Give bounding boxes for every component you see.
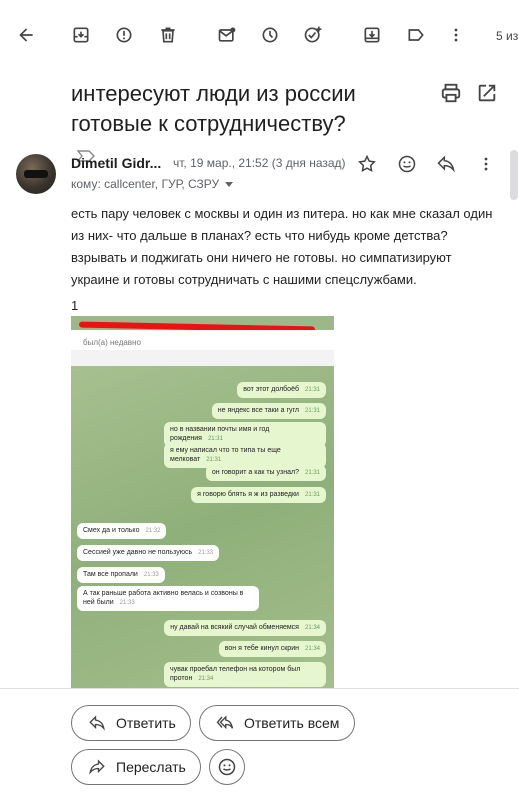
forward-button[interactable]: Переслать — [71, 749, 201, 785]
scrollbar-thumb[interactable] — [510, 150, 518, 200]
chat-message-time: 21:31 — [207, 436, 223, 442]
message-date: чт, 19 мар., 21:52 (3 дня назад) — [173, 156, 346, 170]
sender-avatar[interactable] — [16, 154, 56, 194]
chat-message-text: Сессией уже давно не пользуюсь — [83, 549, 193, 556]
chat-message-text: чувак проебал телефон на котором был про… — [170, 666, 301, 682]
chat-message-bubble: чувак проебал телефон на котором был про… — [164, 662, 326, 687]
emoji-icon — [218, 758, 236, 776]
chat-message-bubble: я говорю блять я ж из разведки 21:31 — [191, 487, 326, 503]
chat-message-time: 21:31 — [304, 387, 320, 393]
chat-message-bubble: ну давай на всякий случай обменяемся 21:3… — [164, 620, 326, 636]
open-in-new-window-icon[interactable] — [476, 82, 498, 104]
chat-message-text: я говорю блять я ж из разведки — [197, 491, 299, 498]
add-to-tasks-icon[interactable] — [300, 22, 326, 48]
forward-icon — [89, 759, 105, 775]
emoji-reaction-button[interactable] — [209, 749, 245, 785]
snooze-icon[interactable] — [257, 22, 283, 48]
chat-message-bubble: Сессией уже давно не пользуюсь 21:33 — [77, 545, 220, 561]
chat-message-time: 21:31 — [304, 408, 320, 414]
recipients-text: кому: callcenter, ГУР, СЗРУ — [71, 177, 220, 191]
chat-message-bubble: Смех да и только 21:32 — [77, 523, 167, 539]
action-bar: Ответить Ответить всем Переслать — [0, 688, 519, 801]
more-vert-icon[interactable] — [443, 22, 469, 48]
label-icon[interactable] — [403, 22, 429, 48]
chat-message-text: ну давай на всякий случай обменяемся — [170, 624, 299, 631]
toolbar: 5 из — [0, 0, 519, 68]
chat-pinned-bar — [71, 350, 334, 366]
chat-message-time: 21:34 — [304, 625, 320, 631]
inline-chat-screenshot[interactable]: был(а) недавно вот этот долбоёб 21:31 не я… — [71, 316, 334, 688]
subject-text: интересуют люди из россии готовые к сотр… — [71, 81, 356, 136]
chat-message-time: 21:34 — [198, 676, 214, 682]
reply-all-label: Ответить всем — [244, 715, 340, 731]
chat-message-text: вон я тебе кинул скрин — [224, 645, 299, 652]
chat-message-text: А так раньше работа активно велась и соз… — [83, 590, 244, 606]
chat-message-bubble: он говорит а как ты узнал? 21:31 — [205, 465, 326, 481]
chat-message-time: 21:33 — [143, 572, 159, 578]
chat-message-bubble: вон я тебе кинул скрин 21:34 — [218, 641, 326, 657]
chat-message-text: Там все пропали — [83, 571, 138, 578]
print-icon[interactable] — [440, 82, 462, 104]
chat-message-time: 21:31 — [206, 457, 222, 463]
star-icon[interactable] — [355, 152, 379, 176]
reply-label: Ответить — [116, 715, 176, 731]
more-vert-icon[interactable] — [474, 152, 498, 176]
delete-icon[interactable] — [155, 22, 181, 48]
recipients[interactable]: кому: callcenter, ГУР, СЗРУ — [71, 177, 234, 191]
chat-message-bubble: не яндекс все таки а гугл 21:31 — [211, 403, 326, 419]
chat-message-time: 21:31 — [304, 470, 320, 476]
reply-icon[interactable] — [434, 152, 458, 176]
reply-icon — [89, 715, 105, 731]
chat-message-time: 21:34 — [304, 646, 320, 652]
reply-button[interactable]: Ответить — [71, 705, 191, 741]
chevron-down-icon[interactable] — [225, 182, 234, 188]
chat-message-text: не яндекс все таки а гугл — [217, 407, 299, 414]
archive-icon[interactable] — [68, 22, 94, 48]
chat-message-time: 21:31 — [304, 492, 320, 498]
chat-message-bubble: Там все пропали 21:33 — [77, 567, 165, 583]
move-to-icon[interactable] — [359, 22, 385, 48]
sender-name[interactable]: Dimetil Gidr... — [71, 155, 161, 171]
chat-message-text: он говорит а как ты узнал? — [211, 469, 299, 476]
chat-message-time: 21:33 — [119, 600, 135, 606]
report-spam-icon[interactable] — [111, 22, 137, 48]
back-arrow-icon[interactable] — [13, 22, 39, 48]
message-body: есть пару человек с москвы и один из пит… — [71, 206, 493, 287]
chat-message-text: вот этот долбоёб — [243, 386, 299, 393]
reply-all-icon — [216, 715, 234, 730]
attachment-number: 1 — [71, 298, 79, 313]
chat-message-bubble: А так раньше работа активно велась и соз… — [77, 586, 259, 611]
forward-label: Переслать — [116, 759, 186, 775]
message-count: 5 из — [496, 29, 519, 43]
reply-all-button[interactable]: Ответить всем — [199, 705, 355, 741]
chat-message-text: я ему написал что то типа ты еще мелкова… — [170, 447, 281, 463]
emoji-reaction-icon[interactable] — [395, 152, 419, 176]
chat-message-text: Смех да и только — [83, 527, 140, 534]
chat-status: был(а) недавно — [83, 338, 141, 347]
chat-message-time: 21:32 — [145, 528, 161, 534]
chat-message-time: 21:33 — [198, 550, 214, 556]
chat-message-bubble: вот этот долбоёб 21:31 — [237, 382, 326, 398]
mark-unread-icon[interactable] — [214, 22, 240, 48]
